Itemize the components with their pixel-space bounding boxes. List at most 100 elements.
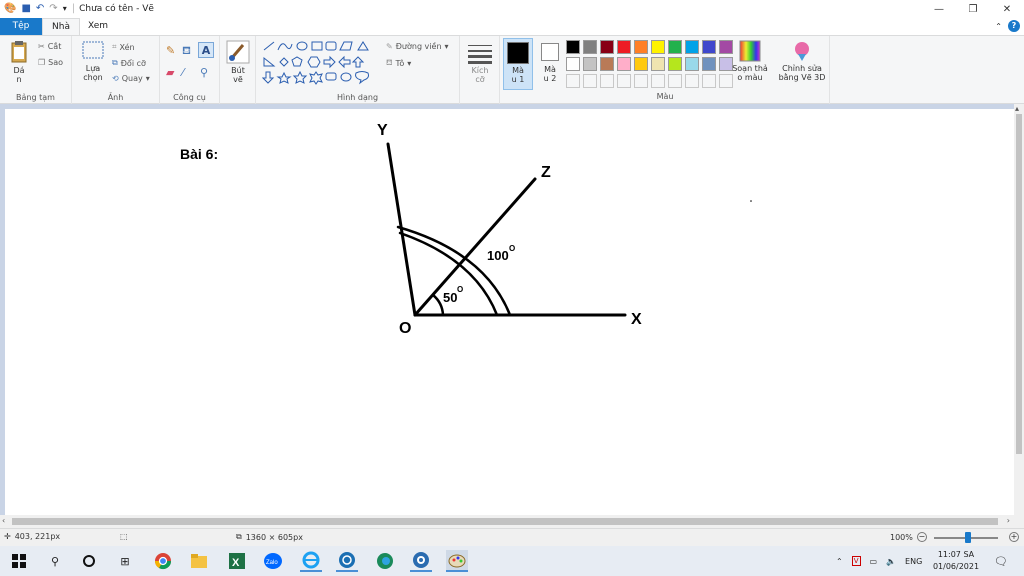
volume-icon[interactable]: 🔈 (886, 557, 896, 566)
pencil-icon[interactable]: ✎ (166, 44, 175, 57)
color2-button[interactable]: Mà u 2 (537, 38, 563, 83)
palette-swatch[interactable] (651, 57, 665, 71)
horizontal-scroll-thumb[interactable] (12, 518, 998, 525)
palette-swatch[interactable] (600, 57, 614, 71)
show-hidden-icons-icon[interactable]: ⌃ (836, 557, 843, 566)
brushes-button[interactable]: Bút vẽ (224, 40, 252, 84)
magnifier-icon[interactable]: ⚲ (200, 66, 208, 79)
palette-swatch[interactable] (668, 40, 682, 54)
file-explorer-icon[interactable] (188, 550, 210, 572)
palette-swatch[interactable] (566, 57, 580, 71)
edit-colors-label: Soạn thả o màu (732, 64, 768, 82)
undo-icon[interactable]: ↶ (36, 0, 44, 18)
palette-swatch[interactable] (651, 40, 665, 54)
antivirus-icon[interactable]: V (851, 556, 861, 566)
resize-button[interactable]: ⧉ Đổi cỡ (112, 58, 146, 68)
task-view-icon[interactable]: ⊞ (114, 550, 136, 572)
palette-swatch[interactable] (685, 57, 699, 71)
palette-swatch[interactable] (566, 40, 580, 54)
search-icon[interactable]: ⚲ (44, 550, 66, 572)
restore-icon[interactable]: ❐ (956, 0, 990, 18)
palette-swatch[interactable] (634, 57, 648, 71)
cortana-icon[interactable] (78, 550, 100, 572)
copy-button[interactable]: ❐ Sao (38, 58, 63, 67)
excel-icon[interactable]: X (226, 550, 248, 572)
help-icon[interactable]: ? (1008, 20, 1020, 32)
tab-file[interactable]: Tệp (0, 18, 42, 35)
save-icon[interactable]: ■ (21, 0, 30, 18)
eraser-icon[interactable]: ▰ (166, 66, 174, 79)
battery-icon[interactable]: ▭ (870, 557, 878, 566)
outline-icon: ✎ (386, 42, 393, 51)
palette-swatch[interactable] (685, 40, 699, 54)
minimize-icon[interactable]: — (922, 0, 956, 18)
vertical-scrollbar[interactable]: ▴ (1014, 104, 1024, 515)
palette-swatch[interactable] (702, 57, 716, 71)
paint3d-button[interactable]: Chỉnh sửa bằng Vẽ 3D (776, 40, 828, 82)
palette-custom-slot[interactable] (685, 74, 699, 88)
rotate-button[interactable]: ⟲ Quay ▾ (112, 74, 150, 83)
zoom-out-icon[interactable]: − (916, 532, 927, 542)
palette-swatch[interactable] (617, 57, 631, 71)
customize-qat-icon[interactable]: ▾ (63, 0, 67, 18)
start-button[interactable] (8, 550, 30, 572)
horizontal-scrollbar[interactable]: ‹ › (0, 515, 1024, 528)
palette-swatch[interactable] (702, 40, 716, 54)
palette-swatch[interactable] (617, 40, 631, 54)
palette-swatch[interactable] (583, 57, 597, 71)
crop-button[interactable]: ⌗ Xén (112, 42, 135, 52)
tab-home[interactable]: Nhà (42, 18, 80, 35)
zoom-in-icon[interactable]: + (1009, 532, 1019, 542)
crosshair-icon: ✛ (4, 532, 11, 541)
ie-icon[interactable] (300, 550, 322, 572)
remote-app-icon[interactable] (410, 550, 432, 572)
vertical-scroll-thumb[interactable] (1016, 114, 1022, 454)
shapes-gallery[interactable] (262, 40, 380, 86)
qat-divider: | (71, 3, 76, 14)
collapse-ribbon-icon[interactable]: ⌃ (995, 22, 1002, 31)
tab-view[interactable]: Xem (82, 18, 114, 35)
language-indicator[interactable]: ENG (905, 557, 922, 566)
zoom-slider-thumb[interactable] (965, 532, 971, 543)
palette-custom-slot[interactable] (668, 74, 682, 88)
redo-icon[interactable]: ↷ (49, 0, 57, 18)
color1-button[interactable]: Mà u 1 (503, 38, 533, 90)
palette-custom-slot[interactable] (702, 74, 716, 88)
palette-custom-slot[interactable] (600, 74, 614, 88)
clock[interactable]: 11:07 SA 01/06/2021 (928, 549, 984, 573)
zoom-in: + (1009, 532, 1019, 542)
palette-custom-slot[interactable] (634, 74, 648, 88)
scroll-left-icon[interactable]: ‹ (2, 516, 5, 525)
edit-colors-button[interactable]: Soạn thả o màu (730, 40, 770, 82)
palette-custom-slot[interactable] (566, 74, 580, 88)
color-picker-icon[interactable]: ⁄ (182, 66, 184, 79)
paint-taskbar-icon[interactable] (446, 550, 468, 572)
fill-bucket-icon[interactable]: ⛾ (182, 44, 191, 59)
outline-button[interactable]: ✎ Đường viền ▾ (386, 42, 449, 51)
fill-button[interactable]: ⛾ Tô ▾ (386, 58, 411, 68)
notifications-icon[interactable]: 🗨 (990, 550, 1012, 572)
palette-swatch[interactable] (583, 40, 597, 54)
app-shield-icon[interactable] (336, 550, 358, 572)
scroll-right-icon[interactable]: › (1007, 516, 1010, 525)
text-tool-icon[interactable]: A (198, 42, 214, 58)
zalo-icon[interactable]: Zalo (262, 550, 284, 572)
drawing-canvas[interactable]: Bài 6: Y Z X O 50 O 100 O (5, 109, 1014, 515)
palette-swatch[interactable] (634, 40, 648, 54)
internet-explorer-icon (302, 551, 320, 569)
palette-custom-slot[interactable] (651, 74, 665, 88)
palette-custom-slot[interactable] (583, 74, 597, 88)
size-button[interactable]: Kích cỡ (466, 42, 494, 84)
label-y: Y (377, 122, 388, 139)
chrome-icon[interactable] (152, 550, 174, 572)
edge-icon[interactable] (374, 550, 396, 572)
select-button[interactable]: Lựa chọn (78, 40, 108, 82)
scroll-up-icon[interactable]: ▴ (1015, 104, 1019, 113)
close-icon[interactable]: ✕ (990, 0, 1024, 18)
cut-button[interactable]: ✂ Cắt (38, 42, 61, 51)
palette-swatch[interactable] (668, 57, 682, 71)
palette-swatch[interactable] (600, 40, 614, 54)
paste-button[interactable]: Dá n (6, 40, 32, 84)
palette-custom-slot[interactable] (617, 74, 631, 88)
image-group-label: Ảnh (107, 93, 124, 102)
